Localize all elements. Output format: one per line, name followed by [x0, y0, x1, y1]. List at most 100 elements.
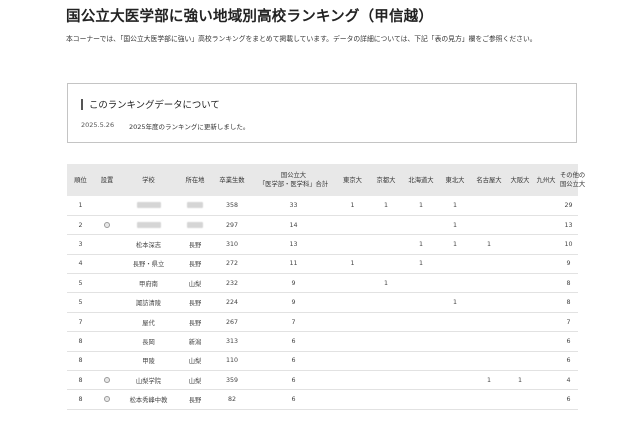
- cell-setsu: [94, 292, 120, 313]
- private-school-icon: [104, 376, 110, 383]
- cell-location: [177, 215, 213, 236]
- cell-u2: 1: [369, 196, 403, 216]
- cell-u6: [507, 331, 533, 352]
- cell-other: 4: [559, 370, 578, 391]
- page-title: 国公立大医学部に強い地域別高校ランキング（甲信越）: [66, 9, 434, 25]
- cell-total: 13: [251, 234, 336, 255]
- cell-other: 13: [559, 215, 578, 236]
- header-graduates: 卒業生数: [219, 176, 245, 184]
- cell-u5: [471, 215, 507, 236]
- header-osaka: 大阪大: [510, 176, 530, 184]
- cell-total: 6: [251, 351, 336, 372]
- cell-u4: [439, 254, 471, 275]
- cell-other: 8: [559, 273, 578, 294]
- header-tokyo: 東京大: [343, 176, 362, 184]
- cell-u7: [533, 234, 559, 255]
- cell-rank: 3: [67, 234, 94, 255]
- cell-graduates: 310: [213, 234, 251, 255]
- cell-u7: [533, 389, 559, 410]
- cell-u6: [507, 292, 533, 313]
- cell-u1: [336, 234, 369, 255]
- cell-u3: [403, 351, 439, 372]
- cell-graduates: 224: [213, 292, 251, 313]
- cell-school: 松本秀峰中教: [120, 389, 177, 410]
- cell-u7: [533, 254, 559, 275]
- header-total-line2: 「医学部・医学科」合計: [258, 181, 329, 188]
- cell-u6: [507, 196, 533, 216]
- cell-rank: 7: [67, 312, 94, 333]
- private-school-icon: [104, 396, 110, 403]
- intro-text: 本コーナーでは、「国公立大医学部に強い」高校ランキングをまとめて掲載しています。…: [66, 35, 537, 43]
- cell-school: 長岡: [120, 331, 177, 352]
- cell-u2: [369, 215, 403, 236]
- header-other-line1: その他の: [560, 172, 586, 179]
- cell-u6: 1: [507, 370, 533, 391]
- cell-u4: 1: [439, 215, 471, 236]
- cell-other: 9: [559, 254, 578, 275]
- ranking-table: 順位 設置 学校 所在地 卒業生数 国公立大 「医学部・医学科」合計 東京大 京都…: [67, 164, 585, 410]
- cell-u3: 1: [403, 234, 439, 255]
- table-row: 5 諏訪清陵 長野 224 9 1 8: [67, 292, 578, 313]
- cell-u2: [369, 312, 403, 333]
- cell-setsu: [94, 273, 120, 294]
- cell-total: 6: [251, 389, 336, 410]
- table-row: 8 甲陵 山梨 110 6 6: [67, 351, 578, 372]
- cell-u6: [507, 234, 533, 255]
- table-row: 8 松本秀峰中教 長野 82 6 6: [67, 389, 578, 410]
- cell-school: 甲陵: [120, 351, 177, 372]
- cell-u7: [533, 370, 559, 391]
- header-rank: 順位: [74, 176, 87, 184]
- cell-other: 7: [559, 312, 578, 333]
- table-row: 7 屋代 長野 267 7 7: [67, 312, 578, 333]
- cell-u5: [471, 254, 507, 275]
- cell-school: 長野・県立: [120, 254, 177, 275]
- cell-rank: 4: [67, 254, 94, 275]
- cell-u7: [533, 273, 559, 294]
- ranking-notice-box: このランキングデータについて 2025.5.26 2025年度のランキングに更新…: [67, 83, 577, 143]
- cell-u6: [507, 254, 533, 275]
- cell-location: 長野: [177, 389, 213, 410]
- cell-other: 6: [559, 331, 578, 352]
- cell-rank: 1: [67, 196, 94, 216]
- cell-rank: 2: [67, 215, 94, 236]
- cell-u1: [336, 273, 369, 294]
- cell-u7: [533, 215, 559, 236]
- cell-total: 11: [251, 254, 336, 275]
- cell-graduates: 267: [213, 312, 251, 333]
- cell-location: [177, 196, 213, 216]
- cell-u5: [471, 331, 507, 352]
- cell-u1: [336, 215, 369, 236]
- cell-location: 新潟: [177, 331, 213, 352]
- cell-u2: [369, 292, 403, 313]
- private-school-icon: [104, 221, 110, 228]
- cell-u1: [336, 292, 369, 313]
- table-header-row: 順位 設置 学校 所在地 卒業生数 国公立大 「医学部・医学科」合計 東京大 京都…: [67, 164, 585, 196]
- cell-location: 長野: [177, 254, 213, 275]
- notice-title: このランキングデータについて: [89, 100, 220, 111]
- cell-u4: 1: [439, 292, 471, 313]
- cell-total: 7: [251, 312, 336, 333]
- cell-other: 29: [559, 196, 578, 216]
- cell-graduates: 313: [213, 331, 251, 352]
- header-nagoya: 名古屋大: [476, 176, 502, 184]
- cell-graduates: 110: [213, 351, 251, 372]
- cell-u6: [507, 215, 533, 236]
- cell-setsu: [94, 312, 120, 333]
- cell-other: 6: [559, 351, 578, 372]
- heading-accent-bar: [81, 99, 83, 110]
- cell-setsu: [94, 370, 120, 391]
- redacted-school-placeholder: [136, 201, 161, 208]
- cell-setsu: [94, 234, 120, 255]
- cell-school: 松本深志: [120, 234, 177, 255]
- cell-u4: 1: [439, 196, 471, 216]
- cell-location: 山梨: [177, 370, 213, 391]
- cell-location: 山梨: [177, 351, 213, 372]
- cell-total: 9: [251, 292, 336, 313]
- header-total: 国公立大 「医学部・医学科」合計: [251, 164, 336, 196]
- cell-u6: [507, 389, 533, 410]
- cell-rank: 5: [67, 273, 94, 294]
- cell-u1: 1: [336, 196, 369, 216]
- cell-setsu: [94, 351, 120, 372]
- cell-u5: [471, 292, 507, 313]
- cell-u5: [471, 273, 507, 294]
